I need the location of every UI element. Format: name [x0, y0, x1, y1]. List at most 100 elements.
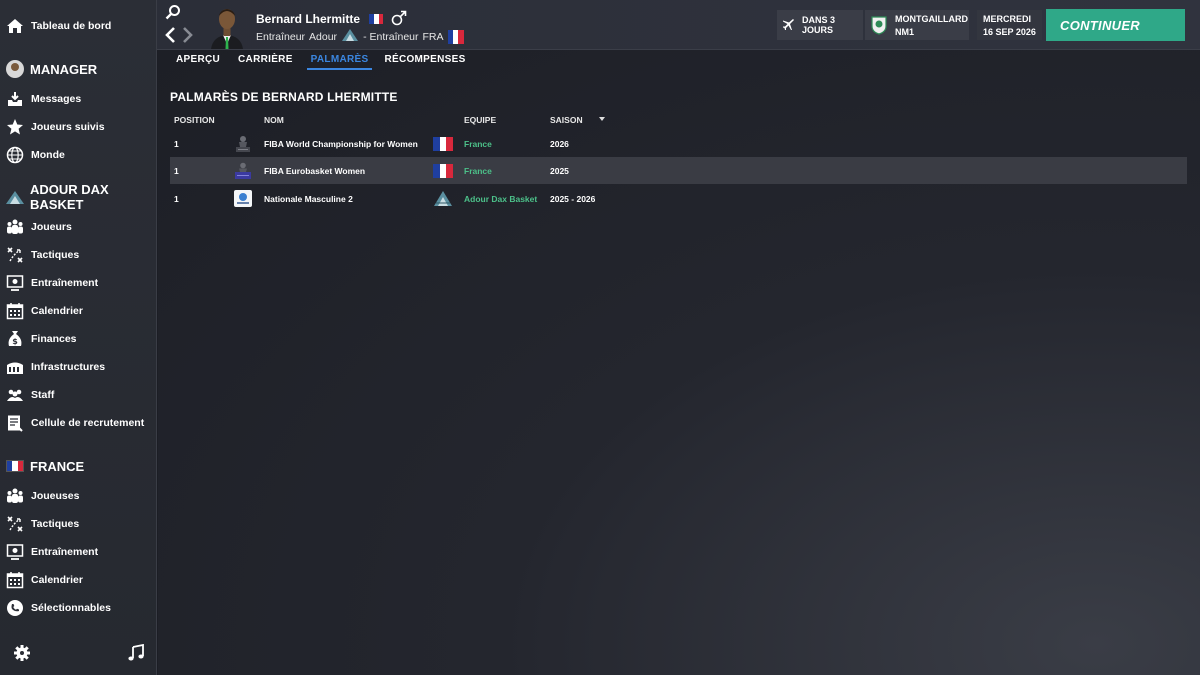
sidebar-item-messages[interactable]: Messages [0, 86, 157, 112]
home-icon [5, 16, 25, 36]
sidebar-item-scouting[interactable]: Cellule de recrutement [0, 410, 157, 436]
inbox-icon [5, 89, 25, 109]
sidebar-item-selectable[interactable]: Sélectionnables [0, 595, 157, 621]
players-icon [5, 486, 25, 506]
phone-icon [5, 598, 25, 618]
club-logo-icon [5, 187, 25, 207]
continue-button[interactable]: CONTINUER [1046, 9, 1185, 41]
next-match[interactable]: MONTGAILLARD NM1 [865, 10, 969, 40]
music-icon[interactable] [126, 643, 146, 663]
cell-season: 2026 [550, 139, 569, 149]
back-arrow-icon[interactable] [163, 26, 177, 44]
club-logo-icon [433, 190, 453, 207]
manager-subtitle: Entraîneur Adour - Entraîneur FRA [256, 28, 464, 45]
section-title: MANAGER [30, 61, 98, 77]
tab-career[interactable]: CARRIÈRE [238, 50, 293, 70]
sidebar-item-label: Monde [31, 149, 65, 161]
section-title: ADOUR DAX BASKET [30, 182, 109, 212]
sidebar-item-label: Calendrier [31, 574, 83, 586]
cell-position: 1 [174, 166, 179, 176]
sidebar-item-label: Infrastructures [31, 361, 106, 373]
sidebar-item-label: Tableau de bord [31, 20, 112, 32]
sidebar-item-nation-players[interactable]: Joueuses [0, 483, 157, 509]
section-title: FRANCE [30, 458, 85, 474]
sidebar-section-nation: FRANCE [0, 453, 157, 479]
cell-team[interactable]: France [464, 139, 492, 149]
sidebar-item-tactics[interactable]: Tactiques [0, 242, 157, 268]
nation-short-name[interactable]: FRA [423, 31, 444, 43]
sidebar-item-dashboard[interactable]: Tableau de bord [0, 13, 157, 39]
sidebar-item-nation-training[interactable]: Entraînement [0, 539, 157, 565]
staff-icon [5, 385, 25, 405]
column-header-team[interactable]: EQUIPE [464, 115, 496, 125]
tactics-icon [5, 514, 25, 534]
cell-team[interactable]: Adour Dax Basket [464, 194, 537, 204]
plane-icon [783, 19, 795, 31]
sidebar-item-label: Tactiques [31, 518, 80, 530]
tab-honours[interactable]: PALMARÈS [306, 50, 373, 70]
club-logo-icon [341, 28, 359, 45]
infrastructure-icon [5, 357, 25, 377]
cell-name: Nationale Masculine 2 [264, 194, 353, 204]
sidebar-item-label: Cellule de recrutement [31, 417, 145, 429]
sidebar-item-label: Joueurs suivis [31, 121, 105, 133]
cell-name: FIBA World Championship for Women [264, 139, 418, 149]
sidebar-item-nation-tactics[interactable]: Tactiques [0, 511, 157, 537]
page-title: PALMARÈS DE BERNARD LHERMITTE [170, 90, 398, 104]
column-header-name[interactable]: NOM [264, 115, 284, 125]
sidebar-item-followed-players[interactable]: Joueurs suivis [0, 114, 157, 140]
current-date: MERCREDI 16 SEP 2026 [977, 10, 1042, 40]
travel-info[interactable]: DANS 3 JOURS [777, 10, 863, 40]
sidebar-item-infrastructure[interactable]: Infrastructures [0, 354, 157, 380]
table-row[interactable]: 1 FIBA Eurobasket Women France 2025 [170, 157, 1187, 184]
sidebar-section-club: ADOUR DAX BASKET [0, 182, 157, 212]
sidebar-item-world[interactable]: Monde [0, 142, 157, 168]
forward-arrow-icon[interactable] [181, 26, 195, 44]
star-icon [5, 117, 25, 137]
sidebar-item-staff[interactable]: Staff [0, 382, 157, 408]
svg-text:$: $ [12, 337, 18, 346]
training-icon [5, 273, 25, 293]
sidebar-item-label: Staff [31, 389, 55, 401]
calendar-icon [5, 301, 25, 321]
search-icon[interactable] [165, 4, 181, 20]
top-bar: Bernard Lhermitte Entraîneur Adour - Ent… [157, 0, 1200, 50]
sidebar-item-finances[interactable]: $ Finances [0, 326, 157, 352]
sort-descending-icon[interactable] [599, 117, 605, 121]
nation-role-prefix: - Entraîneur [363, 30, 419, 43]
sidebar-item-label: Joueuses [31, 490, 80, 502]
cell-season: 2025 [550, 166, 569, 176]
sidebar-item-calendar[interactable]: Calendrier [0, 298, 157, 324]
column-header-season[interactable]: SAISON [550, 115, 583, 125]
tab-overview[interactable]: APERÇU [176, 50, 220, 70]
navigation-arrows [163, 26, 195, 44]
sidebar-item-label: Messages [31, 93, 82, 105]
france-flag-icon [447, 29, 464, 44]
manager-portrait [209, 4, 245, 49]
next-opponent: MONTGAILLARD [895, 13, 968, 24]
france-flag-icon [433, 137, 454, 151]
sidebar-item-nation-calendar[interactable]: Calendrier [0, 567, 157, 593]
cell-team[interactable]: France [464, 166, 492, 176]
sidebar-item-label: Entraînement [31, 546, 99, 558]
sidebar-item-label: Sélectionnables [31, 602, 111, 614]
manager-name-row: Bernard Lhermitte [256, 10, 407, 29]
cell-season: 2025 - 2026 [550, 194, 596, 204]
tab-awards[interactable]: RÉCOMPENSES [384, 50, 465, 70]
france-flag-icon [5, 456, 25, 476]
cell-position: 1 [174, 139, 179, 149]
current-date-value: 16 SEP 2026 [983, 26, 1036, 37]
table-row[interactable]: 1 Nationale Masculine 2 Adour Dax Basket… [170, 185, 1187, 212]
manager-name[interactable]: Bernard Lhermitte [256, 12, 360, 26]
opponent-logo-icon [871, 15, 887, 35]
table-row[interactable]: 1 FIBA World Championship for Women Fran… [170, 130, 1187, 157]
settings-gear-icon[interactable] [12, 643, 32, 663]
trophy-icon [233, 134, 253, 153]
column-header-position[interactable]: POSITION [174, 115, 215, 125]
sidebar: Tableau de bord MANAGER Messages Joueurs… [0, 0, 157, 675]
club-short-name[interactable]: Adour [309, 31, 337, 43]
france-flag-icon [369, 14, 384, 24]
sidebar-item-training[interactable]: Entraînement [0, 270, 157, 296]
sidebar-item-players[interactable]: Joueurs [0, 214, 157, 240]
next-competition: NM1 [895, 26, 915, 37]
